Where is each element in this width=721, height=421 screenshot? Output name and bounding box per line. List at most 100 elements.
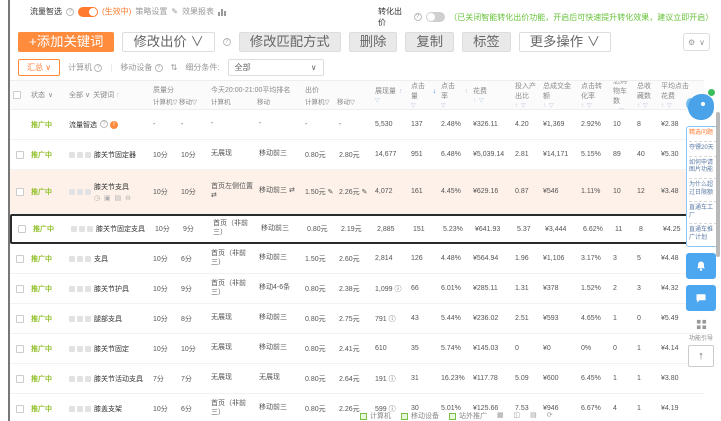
table-settings-group[interactable]: ⚙ ∨ (682, 33, 710, 51)
row-checkbox[interactable] (15, 314, 24, 323)
back-to-top-button[interactable]: ↑ (688, 344, 714, 367)
tag-button[interactable]: 标签 (462, 32, 511, 52)
strategy-settings-link[interactable]: 策略设置 (135, 6, 167, 17)
row-checkbox[interactable] (15, 374, 24, 383)
bid-pc[interactable]: 0.80元 (305, 344, 326, 354)
bid-mobile[interactable]: 2.75元 (339, 314, 360, 324)
tab-mobile[interactable]: 移动设备 ? (120, 62, 163, 73)
feature-guide-label[interactable]: 功能引导 (689, 333, 713, 342)
table-row[interactable]: 推广中 膝关节固定器 ? ! 10分 10分 无展现 移动前三 0.80元 2.… (10, 140, 704, 170)
keyword-label[interactable]: 膝关节支具 (94, 182, 129, 192)
keyword-label[interactable]: 膝关节固定 (94, 344, 129, 354)
report-link[interactable]: 效果报表 (182, 6, 214, 17)
bid-mobile[interactable]: 2.38元 (339, 284, 360, 294)
add-keyword-button[interactable]: +添加关键词 (18, 32, 115, 52)
keyword-label[interactable]: 腿部支具 (94, 314, 122, 324)
select-all-checkbox[interactable] (13, 91, 21, 99)
row-checkbox[interactable] (15, 254, 24, 263)
keyword-flag-icons[interactable] (69, 255, 91, 262)
keyword-label[interactable]: 支具 (94, 254, 108, 264)
delete-button[interactable]: 删除 (348, 32, 398, 52)
clicks-header[interactable]: 点击量 ↓ ▽ (408, 81, 438, 109)
favs-header[interactable]: 总收藏数 ↑ ▽ (634, 81, 658, 109)
cvr-header[interactable]: 点击转化率 ↑ ▽ (578, 81, 610, 109)
quality-mobile-sort[interactable]: 移动▽ (179, 96, 197, 106)
keyword-flag-icons[interactable] (69, 285, 91, 292)
keyword-action-icons[interactable]: ◷ ▣ ▤ ⊖ (94, 194, 132, 202)
row-checkbox[interactable] (17, 225, 26, 233)
legend-item[interactable]: 移动设备 (401, 411, 439, 421)
bid-mobile[interactable]: 2.26元 ✎ (339, 187, 367, 197)
modify-match-button[interactable]: 修改匹配方式 (238, 32, 341, 52)
bid-mobile-sort[interactable]: 移动▽ (337, 96, 355, 106)
tab-pc[interactable]: 计算机 ? (68, 62, 103, 73)
table-row[interactable]: 推广中 流量智选 ? ! - - - - - - 5,530 137 2.48%… (10, 110, 704, 140)
keyword-flag-icons[interactable] (71, 226, 93, 232)
faq-item[interactable]: 直通车推广计划 (689, 223, 717, 243)
keyword-label[interactable]: 膝关节固定器 (94, 150, 136, 160)
bid-mobile[interactable]: - (339, 121, 341, 128)
roi-header[interactable]: 投入产出比 ↑ ▽ (512, 81, 540, 109)
carts-header[interactable]: 总购物车数↑▽ (610, 81, 634, 109)
table-row[interactable]: 推广中 腿部支具 ? ! 10分 8分 无展现 移动前三 0.80元 2.75元… (10, 304, 704, 334)
modify-bid-dropdown[interactable]: 修改出价 ∨ (122, 32, 215, 52)
bid-pc-sort[interactable]: 计算机▽ (305, 96, 337, 106)
ctr-header[interactable]: 点击率 ↑ ▽ (438, 81, 470, 109)
bid-pc[interactable]: 1.50元 ✎ (305, 187, 333, 197)
keyword-flag-icons[interactable] (69, 405, 91, 412)
keyword-flag-icons[interactable] (69, 345, 91, 352)
impressions-header[interactable]: 展现量 ↑ ▽ (372, 81, 408, 109)
keyword-type-dropdown[interactable]: 全部 ∨ (69, 90, 90, 100)
notification-bell-button[interactable] (686, 252, 716, 279)
table-row[interactable]: 推广中 膝关节支具 ? ! ◷ ▣ ▤ ⊖ 10分 10分 首页左侧位置 ⇄ 移… (10, 170, 704, 214)
row-checkbox[interactable] (15, 187, 24, 196)
legend-item[interactable]: 站外推广 (449, 411, 487, 421)
subdivide-select[interactable]: 全部 ∨ (227, 58, 324, 76)
table-row[interactable]: 推广中 膝关节固定支具 ? ! 10分 9分 首页（非前三） 移动前三 0.80… (10, 214, 704, 244)
row-checkbox[interactable] (15, 404, 24, 413)
info-icon[interactable]: ? (222, 38, 231, 46)
keyword-label[interactable]: 流量智选 (69, 120, 97, 130)
collapse-icon[interactable]: ∨ (699, 38, 705, 47)
bid-pc[interactable]: 0.80元 (305, 284, 326, 294)
quality-pc-sort[interactable]: 计算机▽ (153, 96, 179, 106)
faq-popup[interactable]: 精选问题 夺镖20天 如何申请图片功能 为什么超过日限额 直通车工厂 直通车推广… (686, 126, 720, 247)
gear-icon[interactable]: ⚙ (688, 38, 695, 47)
keyword-flag-icons[interactable] (69, 315, 91, 322)
bid-pc[interactable]: - (305, 121, 307, 128)
info-icon[interactable]: ? (66, 7, 74, 16)
bid-pc[interactable]: 0.80元 (305, 374, 326, 384)
bid-pc[interactable]: 1.50元 (305, 254, 326, 264)
table-row[interactable]: 推广中 膝关节固定 ? ! 10分 10分 无展现 移动前三 0.80元 2.4… (10, 334, 704, 364)
table-row[interactable]: 推广中 支具 ? ! 10分 6分 首页（非前三） 移动前三 1.50元 2.6… (10, 244, 704, 274)
smart-traffic-toggle[interactable] (78, 6, 98, 17)
faq-item[interactable]: 如何申请图片功能 (689, 155, 717, 176)
more-actions-dropdown[interactable]: 更多操作 ∨ (518, 32, 612, 52)
bid-pc[interactable]: 0.80元 (305, 314, 326, 324)
keyword-label[interactable]: 膝关节护具 (94, 284, 129, 294)
row-checkbox[interactable] (15, 284, 24, 293)
status-filter-dropdown[interactable]: 状态 ∨ (31, 90, 53, 100)
assistant-mascot-icon[interactable] (686, 88, 716, 122)
pencil-icon[interactable]: ✎ (171, 7, 178, 16)
faq-item[interactable]: 为什么超过日限额 (689, 178, 717, 198)
keyword-flag-icons[interactable] (69, 188, 91, 195)
scrollbar-thumb[interactable] (716, 112, 720, 257)
conversion-bid-toggle[interactable] (425, 12, 446, 22)
row-checkbox[interactable] (15, 150, 24, 159)
faq-item[interactable]: 夺镖20天 (689, 140, 717, 153)
keyword-label[interactable]: 膝关节固定支具 (96, 224, 145, 234)
row-checkbox[interactable] (15, 344, 24, 353)
keyword-column-header[interactable]: 关键词 ↑ (93, 90, 119, 100)
keyword-flag-icons[interactable] (69, 375, 91, 382)
bid-pc[interactable]: 0.80元 (307, 224, 328, 234)
legend-item[interactable]: 计算机 (360, 411, 391, 421)
table-row[interactable]: 推广中 膝关节护具 ? ! 10分 9分 首页（非前三） 移动4-6条 0.80… (10, 274, 704, 304)
keyword-label[interactable]: 膝盖支架 (94, 404, 122, 414)
keyword-label[interactable]: 膝关节活动支具 (94, 374, 143, 384)
keyword-flag-icons[interactable] (69, 151, 91, 158)
table-row[interactable]: 推广中 膝关节活动支具 ? ! 7分 7分 无展现 无展现 0.80元 2.64… (10, 364, 704, 394)
bid-mobile[interactable]: 2.64元 (339, 374, 360, 384)
info-icon[interactable]: ? (413, 13, 422, 21)
bid-mobile[interactable]: 2.26元 (339, 404, 360, 414)
